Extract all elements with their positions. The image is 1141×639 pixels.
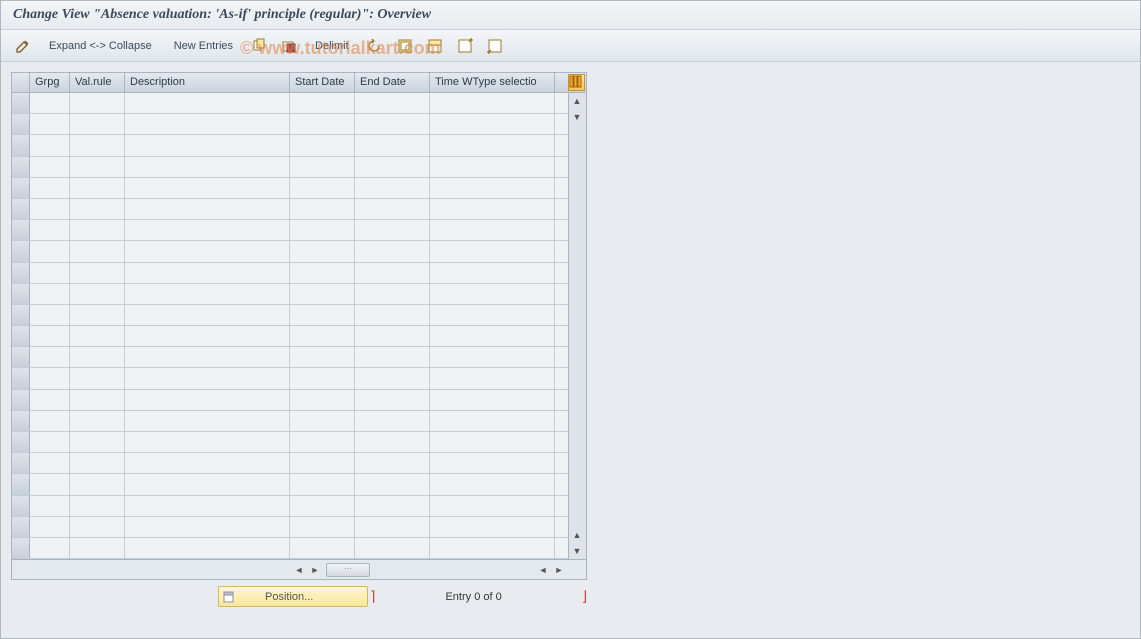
delete-icon[interactable] [277,36,301,56]
scroll-right-icon[interactable]: ► [552,563,566,577]
table-row[interactable] [12,178,586,199]
scroll-down-step-icon[interactable]: ▲ [569,527,585,543]
table-row[interactable] [12,496,586,517]
table-row[interactable] [12,517,586,538]
table-row[interactable] [12,305,586,326]
delimit-button[interactable]: Delimit [307,37,357,55]
col-header-startdate[interactable]: Start Date [290,73,355,92]
undo-icon[interactable] [363,36,387,56]
content-area: Grpg Val.rule Description Start Date End… [1,62,1140,590]
table-row[interactable] [12,453,586,474]
table-row[interactable] [12,326,586,347]
table-row[interactable] [12,114,586,135]
position-button[interactable]: Position... [218,586,368,607]
table-row[interactable] [12,93,586,114]
bracket-left-icon: ⌉ [370,588,375,605]
table-row[interactable] [12,368,586,389]
table-row[interactable] [12,538,586,559]
select-block-icon[interactable] [423,36,447,56]
table-row[interactable] [12,432,586,453]
scroll-up-icon[interactable]: ▲ [569,93,585,109]
select-all-icon[interactable] [393,36,417,56]
scroll-thumb[interactable]: ⋯ [326,563,370,577]
col-header-valrule[interactable]: Val.rule [70,73,125,92]
table-row[interactable] [12,220,586,241]
bracket-right-icon: ⌋ [582,588,587,605]
table-row[interactable] [12,411,586,432]
scroll-up-step-icon[interactable]: ▼ [569,109,585,125]
new-entries-button[interactable]: New Entries [166,37,241,55]
table-row[interactable] [12,157,586,178]
vertical-scrollbar[interactable]: ▲ ▼ ▲ ▼ [568,93,586,559]
grid-header: Grpg Val.rule Description Start Date End… [12,73,586,93]
scroll-right-step-icon[interactable]: ◄ [536,563,550,577]
select-all-column[interactable] [12,73,30,92]
scroll-down-icon[interactable]: ▼ [569,543,585,559]
col-header-description[interactable]: Description [125,73,290,92]
table-row[interactable] [12,347,586,368]
grid-body [12,93,586,559]
horizontal-scrollbar[interactable]: ◄ ► ⋯ ◄ ► [12,559,586,579]
col-header-timewtype[interactable]: Time WType selectio [430,73,555,92]
table-row[interactable] [12,474,586,495]
position-label: Position... [265,591,313,603]
table-settings-icon[interactable] [568,74,585,91]
table-row[interactable] [12,263,586,284]
table-row[interactable] [12,390,586,411]
col-header-enddate[interactable]: End Date [355,73,430,92]
table-row[interactable] [12,284,586,305]
table-row[interactable] [12,135,586,156]
deselect-all-icon[interactable] [453,36,477,56]
footer-bar: Position... ⌉ Entry 0 of 0 ⌋ [0,586,1141,607]
expand-collapse-button[interactable]: Expand <-> Collapse [41,37,160,55]
toolbar: Expand <-> Collapse New Entries Delimit [1,30,1140,62]
entry-count-label: Entry 0 of 0 [445,591,501,603]
data-grid: Grpg Val.rule Description Start Date End… [11,72,587,580]
copy-icon[interactable] [247,36,271,56]
col-header-grpg[interactable]: Grpg [30,73,70,92]
table-row[interactable] [12,199,586,220]
print-icon[interactable] [483,36,507,56]
table-row[interactable] [12,241,586,262]
scroll-left-icon[interactable]: ◄ [292,563,306,577]
pencil-icon[interactable] [11,36,35,56]
position-icon [223,590,237,604]
scroll-left-step-icon[interactable]: ► [308,563,322,577]
page-title: Change View "Absence valuation: 'As-if' … [1,1,1140,30]
